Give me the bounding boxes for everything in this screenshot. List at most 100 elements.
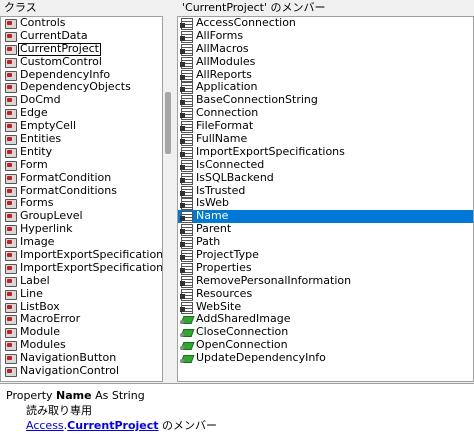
member-item[interactable]: Resources (178, 286, 473, 301)
class-item-label: Label (20, 273, 50, 287)
member-item[interactable]: FullName (178, 132, 473, 146)
scrollbar-thumb[interactable] (165, 92, 171, 154)
class-item-label: NavigationControl (20, 364, 120, 378)
member-list[interactable]: AccessConnection AllForms AllMacros AllModu… (177, 16, 474, 382)
class-item[interactable]: Entities (1, 132, 162, 146)
member-item-label: AllMacros (196, 41, 249, 55)
member-item[interactable]: ImportExportSpecifications (178, 145, 473, 159)
member-item[interactable]: IsSQLBackend (178, 171, 473, 185)
method-icon (180, 327, 194, 338)
class-icon (4, 44, 18, 55)
property-icon (180, 224, 194, 237)
property-icon (180, 288, 194, 301)
class-item[interactable]: ImportExportSpecifications (1, 260, 163, 275)
member-item[interactable]: IsConnected (178, 157, 473, 172)
class-item[interactable]: CustomControl (1, 55, 162, 69)
property-icon (180, 82, 194, 95)
member-item[interactable]: AllMacros (178, 41, 473, 56)
member-item-label: IsConnected (196, 157, 265, 171)
property-icon (180, 146, 194, 159)
class-item[interactable]: Label (1, 273, 162, 288)
class-item-label: CurrentData (20, 28, 88, 42)
class-item-label: Entity (20, 144, 53, 158)
class-item-label: Controls (20, 16, 66, 29)
member-item-label: AllForms (196, 28, 244, 42)
property-icon (180, 262, 194, 275)
readonly-note: 読み取り専用 (26, 404, 92, 417)
class-icon (4, 237, 18, 249)
class-item-label: Entities (20, 132, 62, 146)
property-icon (180, 237, 194, 250)
class-item[interactable]: Entity (1, 144, 162, 159)
property-icon (180, 56, 194, 69)
method-icon (180, 353, 194, 364)
library-link[interactable]: Access (26, 419, 64, 432)
class-icon (4, 353, 18, 365)
member-item-label: RemovePersonalInformation (196, 273, 352, 287)
method-icon (180, 314, 194, 325)
member-item-label: AccessConnection (196, 16, 296, 29)
member-item-label: Properties (196, 260, 252, 274)
class-icon (4, 95, 18, 107)
property-icon (180, 43, 194, 56)
class-icon (4, 160, 18, 171)
class-item[interactable]: CurrentProject (1, 41, 162, 56)
class-icon (4, 314, 18, 326)
class-list[interactable]: Controls CurrentData CurrentProject CustomC… (0, 16, 163, 382)
member-item[interactable]: ProjectType (178, 248, 473, 262)
class-item-label: ImportExportSpecifications (20, 260, 163, 274)
class-icon (4, 108, 18, 120)
class-item[interactable]: FormatCondition (1, 170, 162, 185)
members-header: 'CurrentProject' のメンバー (178, 0, 474, 15)
class-item[interactable]: Controls (1, 17, 162, 30)
class-icon (4, 173, 18, 184)
member-item[interactable]: Parent (178, 222, 473, 237)
class-icon (4, 211, 18, 223)
class-item-label: Line (20, 286, 43, 300)
class-item-label: Form (20, 157, 48, 171)
class-icon (4, 134, 18, 145)
detail-pane: Property Name As String 読み取り専用 Access.Cu… (0, 383, 474, 435)
property-icon (180, 133, 194, 146)
class-icon (4, 263, 18, 274)
class-icon (4, 366, 18, 377)
class-icon (4, 121, 18, 133)
classes-header: クラス (0, 0, 174, 15)
class-item-label: FormatCondition (20, 170, 112, 184)
member-item-label: ProjectType (196, 248, 259, 262)
class-item[interactable]: Form (1, 157, 162, 172)
member-item-label: AllModules (196, 54, 256, 68)
class-item[interactable]: NavigationControl (1, 364, 162, 378)
class-icon (4, 186, 18, 197)
member-item-label: UpdateDependencyInfo (196, 351, 326, 365)
class-item-label: ImportExportSpecification (20, 248, 163, 262)
member-signature: Property Name As String (6, 388, 468, 403)
signature-prefix: Property (6, 389, 57, 402)
class-item[interactable]: CurrentData (1, 28, 162, 43)
class-icon (4, 147, 18, 158)
member-item-label: Resources (196, 286, 253, 300)
member-item[interactable]: AllModules (178, 54, 473, 69)
class-icon (4, 340, 18, 352)
property-icon (180, 108, 194, 121)
class-link[interactable]: CurrentProject (67, 419, 158, 432)
class-item[interactable]: Line (1, 286, 162, 301)
class-item[interactable]: ImportExportSpecification (1, 248, 163, 262)
class-list-scrollbar[interactable] (163, 16, 174, 382)
member-item[interactable]: RemovePersonalInformation (178, 273, 473, 288)
member-item[interactable]: Properties (178, 260, 473, 275)
method-icon (180, 340, 194, 351)
member-item[interactable]: AccessConnection (178, 17, 473, 30)
signature-name: Name (56, 389, 92, 402)
member-of-text: のメンバー (158, 419, 218, 432)
property-icon (180, 159, 194, 172)
class-icon (4, 18, 18, 29)
class-item-label: CurrentProject (18, 41, 101, 56)
class-icon (4, 70, 18, 81)
member-item-label: FullName (196, 132, 248, 146)
property-icon (180, 185, 194, 198)
member-item[interactable]: AllForms (178, 28, 473, 43)
member-item[interactable]: UpdateDependencyInfo (178, 351, 473, 365)
class-icon (4, 302, 18, 313)
property-icon (180, 301, 194, 314)
